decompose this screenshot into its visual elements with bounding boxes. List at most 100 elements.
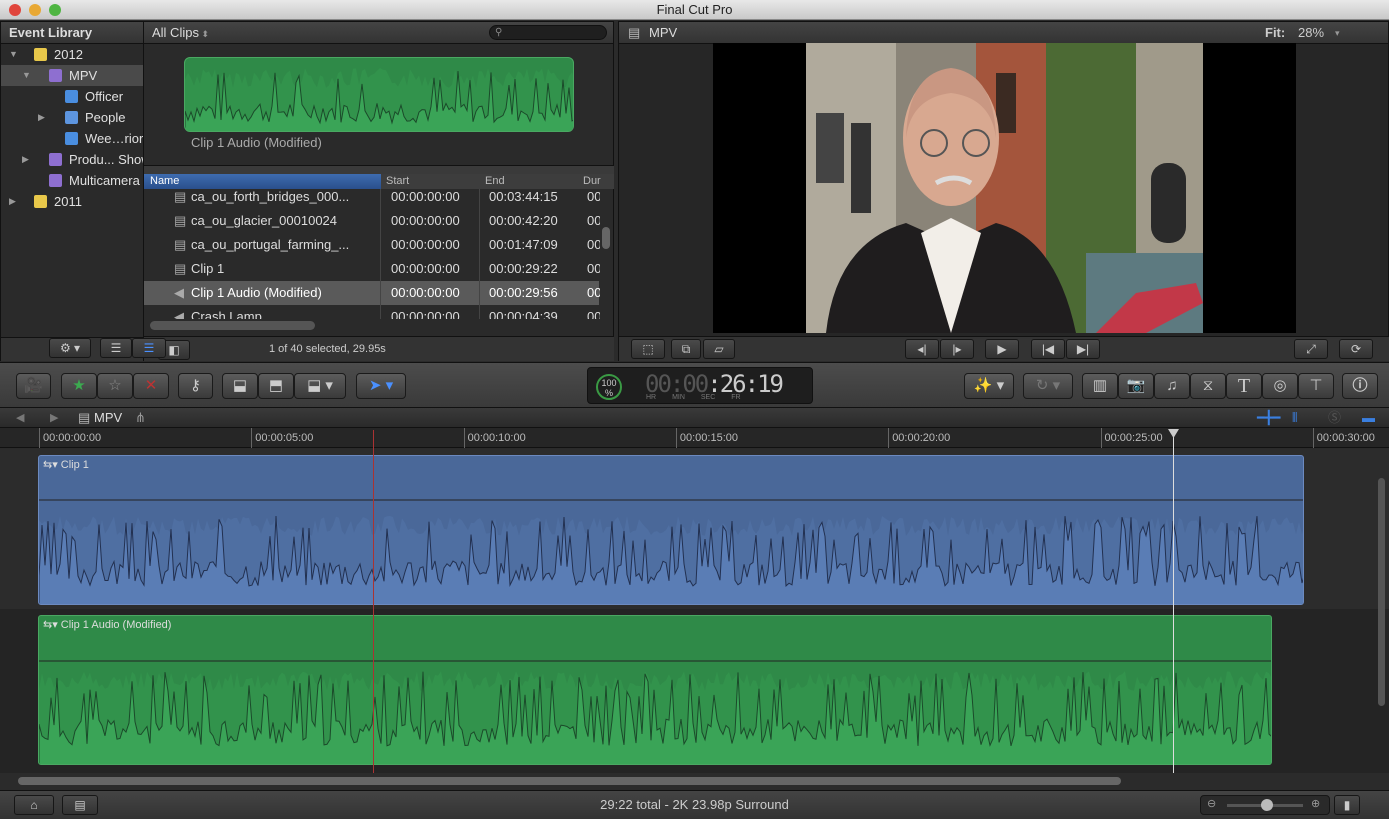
library-item-label: Wee…riors [85,131,150,146]
effects-browser-button[interactable]: ▥ [1082,373,1118,399]
clip-end: 00:00:04:39 [489,309,558,319]
column-name[interactable]: Name [144,174,381,189]
zoom-dropdown[interactable]: 28% [1298,22,1324,44]
select-tool-button[interactable]: ➤ ▾ [356,373,406,399]
timeline-index-icon[interactable]: ⋔ [135,408,146,428]
filmstrip-view-button[interactable]: ☰ [100,338,132,358]
viewer-title: MPV [649,25,678,40]
library-item[interactable]: Wee…riors [1,128,150,149]
clip-label: ⇆▾ Clip 1 [43,459,89,471]
browser-row[interactable]: ▤ ca_ou_forth_bridges_000... 00:00:00:00… [144,189,600,209]
browser-row[interactable]: ◀ Crash Lamp 00:00:00:00 00:00:04:39 00 [144,305,600,319]
action-gear-button[interactable]: ⚙ ▾ [49,338,91,358]
transform-button[interactable]: ⧉ [671,339,701,359]
minimize-button[interactable] [29,4,41,16]
unrate-button[interactable]: ☆ [97,373,133,399]
clip-name: Clip 1 [191,261,225,276]
music-browser-button[interactable]: ♫ [1154,373,1190,399]
browser-row[interactable]: ▤ Clip 1 00:00:00:00 00:00:29:22 00 [144,257,600,281]
reject-button[interactable]: ✕ [133,373,169,399]
titles-browser-button[interactable]: T [1226,373,1262,399]
keyword-icon [65,90,78,103]
timeline-clip-audio[interactable]: ⇆▾ Clip 1 Audio (Modified) [38,615,1272,765]
snapping-toggle[interactable]: ▬ [1362,408,1375,428]
play-button[interactable]: ▶ [985,339,1019,359]
library-item[interactable]: ▶ 2011 [1,191,143,212]
timeline-horizontal-scrollbar[interactable] [18,777,1121,785]
distort-button[interactable]: ▱ [703,339,735,359]
transitions-browser-button[interactable]: ⧖ [1190,373,1226,399]
previous-frame-button[interactable]: ◂| [905,339,939,359]
disclosure-triangle[interactable]: ▼ [9,44,18,65]
audio-skimming-toggle[interactable]: ⫴ [1292,408,1297,428]
library-item[interactable]: ▶ Produ... Show [1,149,151,170]
library-item[interactable]: ▶ People [1,107,143,128]
library-item[interactable]: ▼ MPV [1,65,143,86]
import-button[interactable]: 🎥 [16,373,51,399]
append-clip-button[interactable]: ⬓ ▾ [294,373,346,399]
skimmer [373,430,374,773]
timeline-vertical-scrollbar[interactable] [1378,478,1385,706]
timeline-project-name: MPV [94,410,123,425]
zoom-button[interactable] [49,4,61,16]
retime-button[interactable]: ↻ ▾ [1023,373,1073,399]
column-duration[interactable]: Dur [583,174,603,189]
connect-clip-button[interactable]: ⬓ [222,373,258,399]
timeline-clip-video[interactable]: ⇆▾ Clip 1 [38,455,1304,605]
go-to-end-button[interactable]: ▶| [1066,339,1100,359]
clip-appearance-button[interactable]: ▮ [1334,795,1360,815]
disclosure-triangle[interactable]: ▼ [22,65,31,86]
list-scrollbar[interactable] [602,227,610,249]
fullscreen-button[interactable]: ⤢ [1294,339,1328,359]
column-start[interactable]: Start [386,174,409,189]
clip-duration: 00 [587,285,600,300]
library-title: Event Library [1,22,143,44]
photo-browser-button[interactable]: 📷 [1118,373,1154,399]
library-item[interactable]: Multicamera [1,170,143,191]
browser-row[interactable]: ▤ ca_ou_glacier_00010024 00:00:00:00 00:… [144,209,600,233]
zoom-slider-knob[interactable] [1261,799,1273,811]
view-options-button[interactable]: ⬚ [631,339,665,359]
solo-toggle[interactable]: Ⓢ [1328,408,1341,428]
browser-row[interactable]: ▤ ca_ou_portugal_farming_... 00:00:00:00… [144,233,600,257]
library-item[interactable]: ▼ 2012 [1,44,143,65]
go-to-start-button[interactable]: |◀ [1031,339,1065,359]
browser-row[interactable]: ◀ Clip 1 Audio (Modified) 00:00:00:00 00… [144,281,600,305]
generators-browser-button[interactable]: ◎ [1262,373,1298,399]
list-view-button[interactable]: ☰ [132,338,166,358]
list-header: Name Start End Dur [144,174,614,189]
close-button[interactable] [9,4,21,16]
list-horizontal-scrollbar[interactable] [150,321,315,330]
library-item-label: Produ... Show [69,152,151,167]
video-clip-icon: ▤ [174,213,187,228]
search-field[interactable]: ⚲ [489,25,607,40]
keyword-button[interactable]: ⚷ [178,373,213,399]
filmstrip-clip[interactable] [184,57,574,132]
back-button[interactable]: ◀ [16,408,24,428]
search-icon: ⚲ [495,27,503,38]
inspector-button[interactable]: ⓘ [1342,373,1378,399]
timeline-footer: ⌂ ▤ 29:22 total - 2K 23.98p Surround ⊖ ⊕… [0,790,1389,819]
favorite-button[interactable]: ★ [61,373,97,399]
dashboard-timecode[interactable]: 100% 00:00:26:19 HR MIN SEC FR [587,367,813,404]
insert-clip-button[interactable]: ⬒ [258,373,294,399]
enhancements-button[interactable]: ✨ ▾ [964,373,1014,399]
loop-button[interactable]: ⟳ [1339,339,1373,359]
disclosure-triangle[interactable]: ▶ [9,191,16,212]
next-frame-button[interactable]: |▸ [940,339,974,359]
disclosure-triangle[interactable]: ▶ [22,149,29,170]
themes-browser-button[interactable]: ⊤ [1298,373,1334,399]
clip-filter-dropdown[interactable]: All Clips [152,25,199,40]
forward-button[interactable]: ▶ [50,408,58,428]
column-end[interactable]: End [485,174,505,189]
video-skimming-toggle[interactable]: ━╋━ [1257,408,1280,428]
disclosure-triangle[interactable]: ▶ [38,107,45,128]
playhead[interactable] [1173,432,1174,773]
timecode-frames: 19 [757,370,784,398]
zoom-slider[interactable]: ⊖ ⊕ [1200,795,1330,815]
library-item[interactable]: Officer [1,86,143,107]
event-icon [49,69,62,82]
clip-start: 00:00:00:00 [391,285,460,300]
title-bar: Final Cut Pro [0,0,1389,20]
background-tasks-indicator[interactable]: 100% [596,374,622,400]
